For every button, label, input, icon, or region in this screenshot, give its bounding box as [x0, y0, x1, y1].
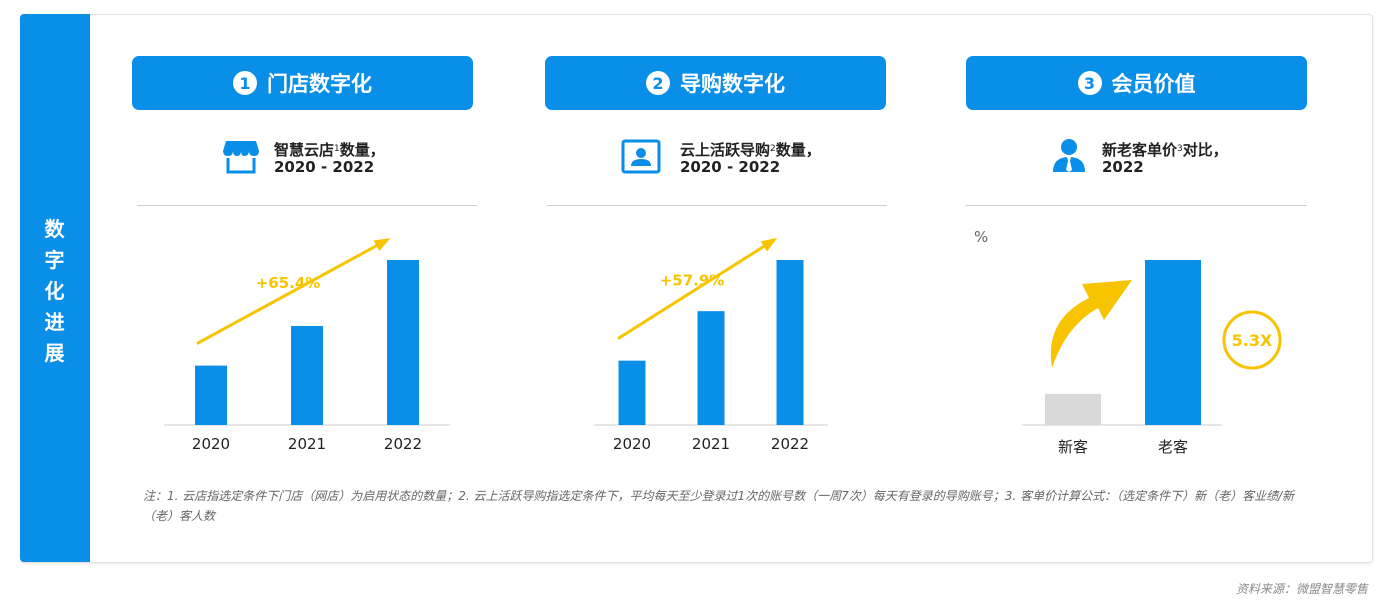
id-card-icon: [621, 139, 661, 174]
panel-2-header: 2 导购数字化: [545, 56, 886, 110]
x-tick-label: 老客: [1158, 438, 1188, 456]
side-banner: 数字化进展: [20, 14, 90, 562]
x-tick-label: 新客: [1058, 438, 1088, 456]
bar-2021: [291, 326, 323, 425]
bar-新客: [1045, 393, 1101, 425]
bar-2020: [195, 365, 227, 425]
bar-2022: [776, 260, 804, 425]
chart-2: 2020 2021 2022 +57.9%: [594, 237, 828, 453]
panel-3-divider: [966, 205, 1307, 206]
panel-3-title: 会员价值: [1111, 72, 1196, 96]
footnote: 注：1. 云店指选定条件下门店（网店）为启用状态的数量；2. 云上活跃导购指选定…: [143, 489, 1295, 523]
growth-label: +65.4%: [256, 274, 321, 292]
side-label-char: 进: [44, 310, 66, 334]
y-unit-label: %: [974, 228, 988, 246]
side-label-char: 化: [44, 279, 66, 303]
bar-2020: [618, 360, 646, 425]
x-tick-label: 2021: [692, 435, 730, 453]
panel-1-title: 门店数字化: [267, 72, 372, 96]
growth-label: +57.9%: [660, 271, 725, 289]
panel-1-number: 1: [233, 71, 257, 95]
multiplier-label: 5.3X: [1232, 331, 1273, 350]
panel-2-divider: [547, 205, 887, 206]
panel-1-divider: [137, 205, 477, 206]
panel-2-number: 2: [646, 71, 670, 95]
bar-老客: [1145, 260, 1201, 425]
panel-3-header: 3 会员价值: [966, 56, 1307, 110]
store-icon: [223, 141, 259, 174]
panel-3-subtitle: 新老客单价3对比， 2022: [1102, 141, 1228, 176]
side-label-char: 展: [44, 341, 66, 365]
panel-1-header: 1 门店数字化: [132, 56, 473, 110]
trend-arrow-head: [760, 237, 778, 252]
x-tick-label: 2022: [771, 435, 809, 453]
x-tick-label: 2020: [613, 435, 651, 453]
bar-2022: [387, 260, 419, 425]
trend-arrow-head: [373, 238, 391, 252]
x-tick-label: 2020: [192, 435, 230, 453]
side-label-char: 数: [44, 217, 66, 241]
chart-1: 2020 2021 2022 +65.4%: [164, 238, 450, 453]
curved-arrow: [1050, 280, 1132, 368]
panel-2-subtitle: 云上活跃导购2数量， 2020 - 2022: [680, 141, 821, 176]
x-tick-label: 2021: [288, 435, 326, 453]
side-label-char: 字: [44, 248, 66, 272]
panel-2-title: 导购数字化: [680, 72, 785, 96]
chart-3: % 新客 老客 5.3X: [974, 228, 1282, 456]
user-icon: [1053, 139, 1085, 172]
side-label: 数字化进展: [20, 214, 90, 369]
panel-3-number: 3: [1077, 71, 1102, 95]
panel-1-subtitle: 智慧云店1数量， 2020 - 2022: [274, 141, 385, 176]
source-note: 资料来源：微盟智慧零售: [1235, 582, 1368, 596]
x-tick-label: 2022: [384, 435, 422, 453]
bar-2021: [697, 311, 725, 425]
